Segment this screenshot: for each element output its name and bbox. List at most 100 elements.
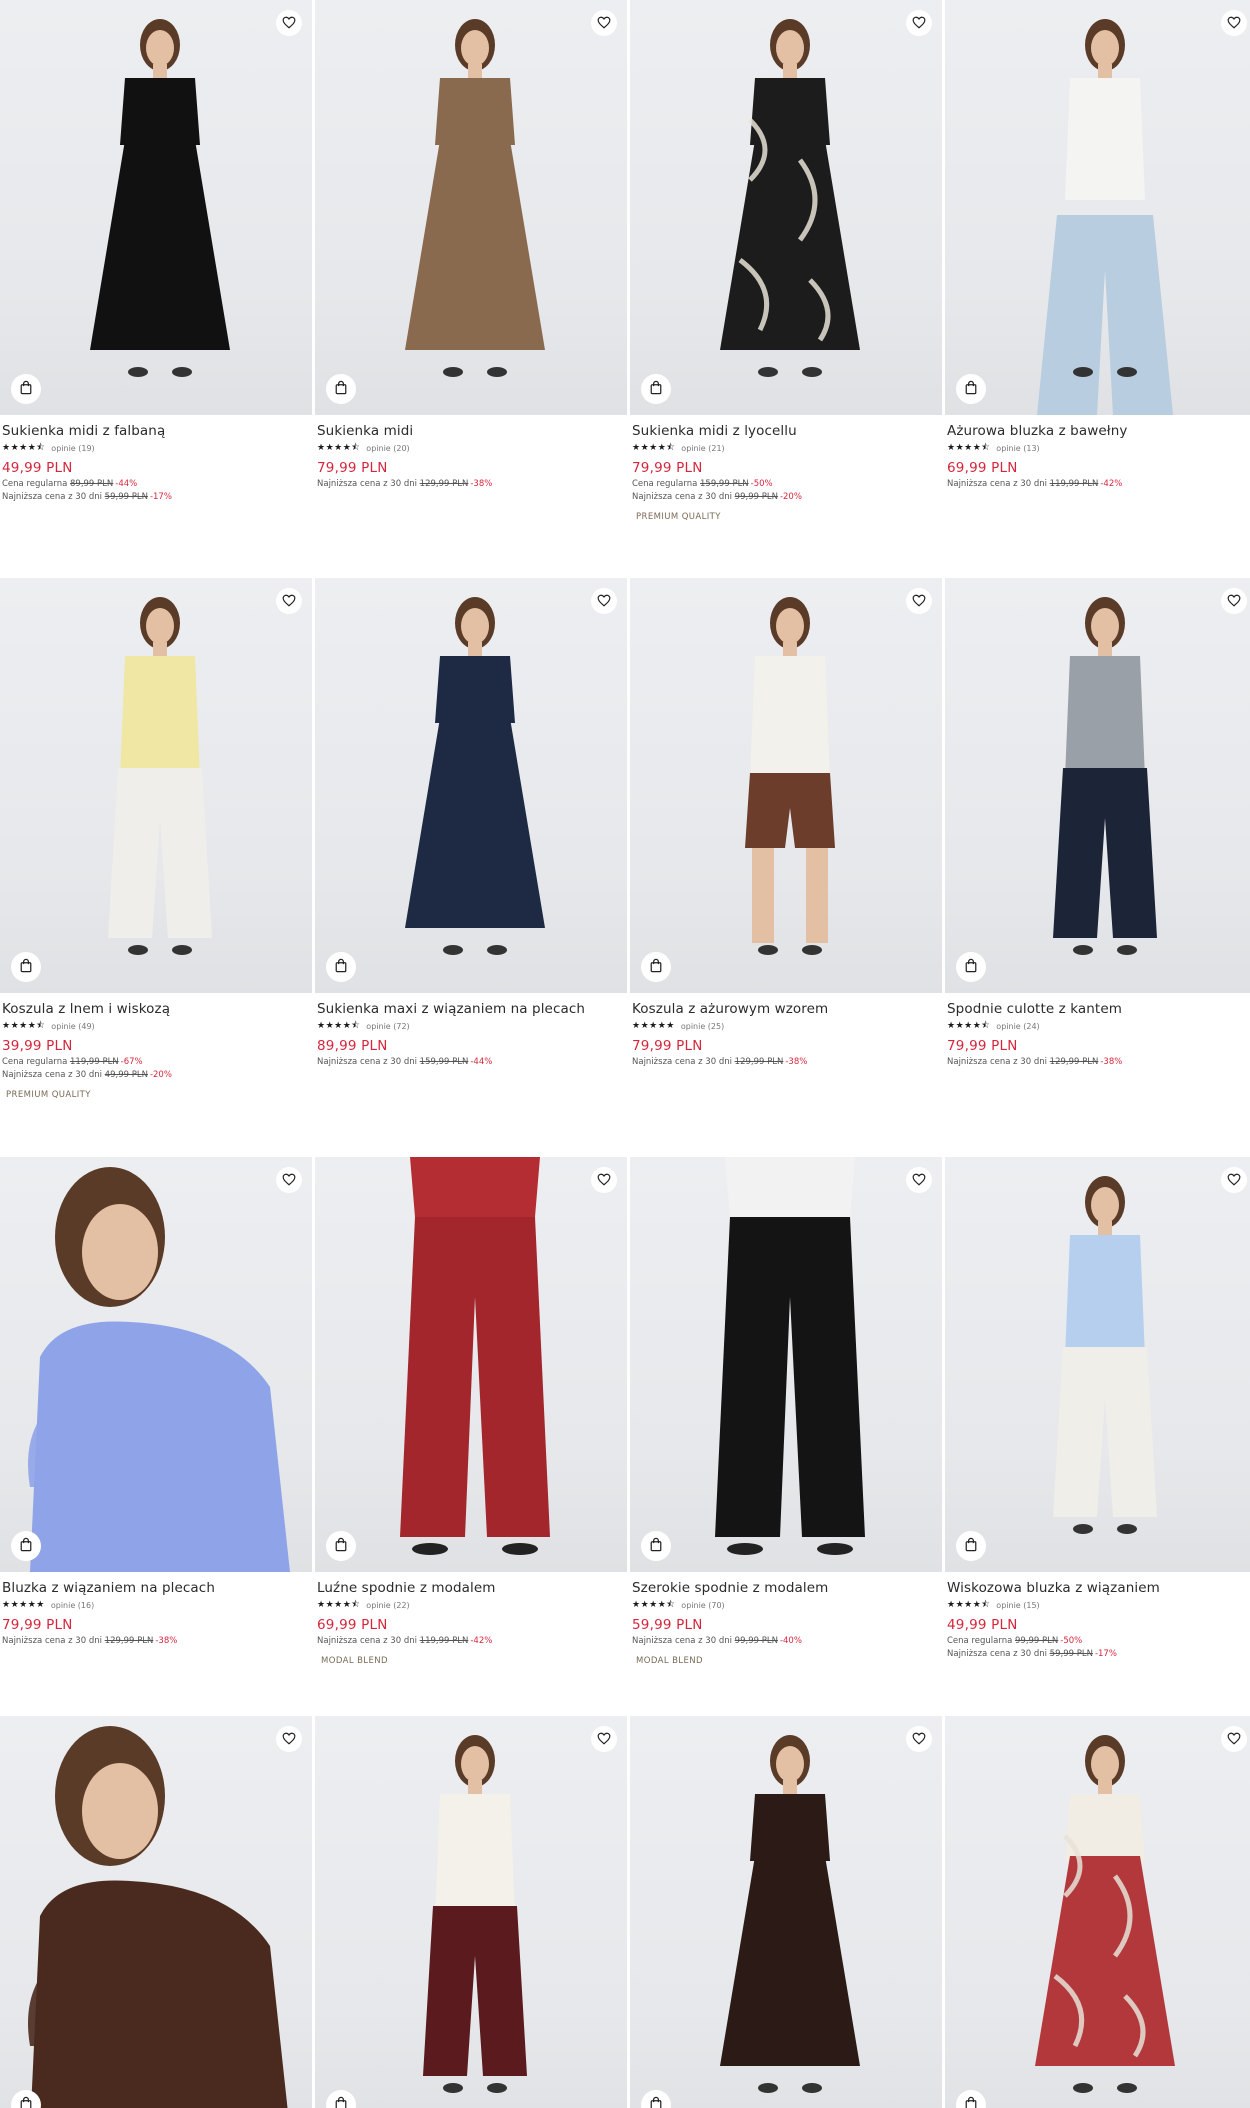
review-count[interactable]: opinie (13): [996, 444, 1039, 453]
product-image[interactable]: [630, 1157, 942, 1572]
product-image[interactable]: [630, 1716, 942, 2108]
product-card[interactable]: Bluzka z wiązaniem na plecach ★★★★★ opinie…: [0, 1157, 312, 1646]
product-image[interactable]: [945, 0, 1250, 415]
review-count[interactable]: opinie (49): [51, 1022, 94, 1031]
add-to-cart-button[interactable]: [641, 1531, 671, 1561]
product-card[interactable]: [0, 1716, 312, 2108]
product-card[interactable]: [945, 1716, 1250, 2108]
price-history-line: Najniższa cena z 30 dni 119,99 PLN -42%: [317, 1636, 627, 1646]
product-card[interactable]: Sukienka midi ★★★★⯪ opinie (20) 79,99 PLN Na…: [315, 0, 627, 489]
product-image[interactable]: [0, 0, 312, 415]
wishlist-button[interactable]: [1221, 10, 1247, 36]
product-image[interactable]: [0, 1716, 312, 2108]
wishlist-button[interactable]: [591, 588, 617, 614]
wishlist-button[interactable]: [276, 1726, 302, 1752]
product-image[interactable]: [315, 1157, 627, 1572]
add-to-cart-button[interactable]: [11, 374, 41, 404]
model-photo: [715, 1157, 865, 1555]
product-card[interactable]: Ażurowa bluzka z bawełny ★★★★⯪ opinie (13)…: [945, 0, 1250, 489]
product-name[interactable]: Szerokie spodnie z modalem: [632, 1580, 942, 1596]
price-history-line: Najniższa cena z 30 dni 159,99 PLN -44%: [317, 1057, 627, 1067]
wishlist-button[interactable]: [906, 588, 932, 614]
product-name[interactable]: Wiskozowa bluzka z wiązaniem: [947, 1580, 1250, 1596]
product-image[interactable]: [945, 1716, 1250, 2108]
review-count[interactable]: opinie (25): [681, 1022, 724, 1031]
product-image[interactable]: [0, 578, 312, 993]
product-price: 59,99 PLN: [632, 1617, 703, 1633]
product-image[interactable]: [630, 0, 942, 415]
shopping-bag-icon: [19, 2096, 33, 2108]
review-count[interactable]: opinie (16): [51, 1601, 94, 1610]
product-image[interactable]: [945, 578, 1250, 993]
review-count[interactable]: opinie (22): [366, 1601, 409, 1610]
add-to-cart-button[interactable]: [956, 1531, 986, 1561]
shopping-bag-icon: [19, 380, 33, 399]
product-name[interactable]: Luźne spodnie z modalem: [317, 1580, 627, 1596]
product-name[interactable]: Sukienka midi z falbaną: [2, 423, 312, 439]
shopping-bag-icon: [649, 1537, 663, 1556]
price-history-line: Cena regularna 159,99 PLN -50%: [632, 479, 942, 489]
review-count[interactable]: opinie (15): [996, 1601, 1039, 1610]
price-history-line: Najniższa cena z 30 dni 59,99 PLN -17%: [2, 492, 312, 502]
product-card[interactable]: Koszula z lnem i wiskozą ★★★★⯪ opinie (49)…: [0, 578, 312, 1100]
price-history-line: Cena regularna 89,99 PLN -44%: [2, 479, 312, 489]
review-count[interactable]: opinie (20): [366, 444, 409, 453]
product-name[interactable]: Koszula z lnem i wiskozą: [2, 1001, 312, 1017]
wishlist-button[interactable]: [591, 1167, 617, 1193]
product-image[interactable]: [0, 1157, 312, 1572]
product-card[interactable]: Sukienka midi z falbaną ★★★★⯪ opinie (19) 4…: [0, 0, 312, 502]
wishlist-button[interactable]: [1221, 1167, 1247, 1193]
product-card[interactable]: Sukienka midi z lyocellu ★★★★⯪ opinie (21)…: [630, 0, 942, 522]
product-name[interactable]: Sukienka midi z lyocellu: [632, 423, 942, 439]
price-history-line: Najniższa cena z 30 dni 129,99 PLN -38%: [947, 1057, 1250, 1067]
product-name[interactable]: Sukienka midi: [317, 423, 627, 439]
add-to-cart-button[interactable]: [956, 374, 986, 404]
wishlist-button[interactable]: [906, 1726, 932, 1752]
product-card[interactable]: Koszula z ażurowym wzorem ★★★★★ opinie (25…: [630, 578, 942, 1067]
add-to-cart-button[interactable]: [326, 952, 356, 982]
add-to-cart-button[interactable]: [956, 952, 986, 982]
product-card[interactable]: Szerokie spodnie z modalem ★★★★⯪ opinie (7…: [630, 1157, 942, 1666]
product-card[interactable]: Sukienka maxi z wiązaniem na plecach ★★★★…: [315, 578, 627, 1067]
heart-icon: [282, 1730, 296, 1749]
product-name[interactable]: Bluzka z wiązaniem na plecach: [2, 1580, 312, 1596]
product-image[interactable]: [945, 1157, 1250, 1572]
review-count[interactable]: opinie (72): [366, 1022, 409, 1031]
wishlist-button[interactable]: [906, 10, 932, 36]
product-card[interactable]: [630, 1716, 942, 2108]
add-to-cart-button[interactable]: [11, 952, 41, 982]
wishlist-button[interactable]: [1221, 588, 1247, 614]
product-card[interactable]: Wiskozowa bluzka z wiązaniem ★★★★⯪ opinie …: [945, 1157, 1250, 1659]
add-to-cart-button[interactable]: [326, 1531, 356, 1561]
product-name[interactable]: Sukienka maxi z wiązaniem na plecach: [317, 1001, 627, 1017]
product-card[interactable]: Luźne spodnie z modalem ★★★★⯪ opinie (22) 6…: [315, 1157, 627, 1666]
add-to-cart-button[interactable]: [641, 952, 671, 982]
heart-icon: [912, 14, 926, 33]
review-count[interactable]: opinie (24): [996, 1022, 1039, 1031]
add-to-cart-button[interactable]: [11, 1531, 41, 1561]
wishlist-button[interactable]: [276, 588, 302, 614]
product-image[interactable]: [315, 578, 627, 993]
wishlist-button[interactable]: [276, 10, 302, 36]
product-name[interactable]: Spodnie culotte z kantem: [947, 1001, 1250, 1017]
add-to-cart-button[interactable]: [326, 374, 356, 404]
wishlist-button[interactable]: [1221, 1726, 1247, 1752]
review-count[interactable]: opinie (19): [51, 444, 94, 453]
product-name[interactable]: Ażurowa bluzka z bawełny: [947, 423, 1250, 439]
discount-badge: -40%: [779, 1636, 802, 1646]
product-image[interactable]: [630, 578, 942, 993]
wishlist-button[interactable]: [906, 1167, 932, 1193]
add-to-cart-button[interactable]: [641, 374, 671, 404]
review-count[interactable]: opinie (21): [681, 444, 724, 453]
wishlist-button[interactable]: [276, 1167, 302, 1193]
product-image[interactable]: [315, 1716, 627, 2108]
review-count[interactable]: opinie (70): [681, 1601, 724, 1610]
product-card[interactable]: [315, 1716, 627, 2108]
wishlist-button[interactable]: [591, 10, 617, 36]
product-card[interactable]: Spodnie culotte z kantem ★★★★⯪ opinie (24)…: [945, 578, 1250, 1067]
wishlist-button[interactable]: [591, 1726, 617, 1752]
model-photo: [108, 597, 212, 955]
product-image[interactable]: [315, 0, 627, 415]
shopping-bag-icon: [964, 380, 978, 399]
product-name[interactable]: Koszula z ażurowym wzorem: [632, 1001, 942, 1017]
